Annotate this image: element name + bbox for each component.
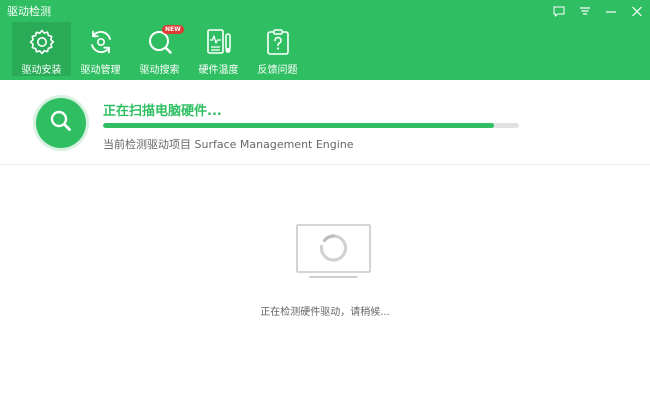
close-icon [631,6,643,17]
minimize-icon [605,6,617,17]
monitor-illustration [296,224,372,284]
current-scan-item: 当前检测驱动项目 Surface Management Engine [103,138,354,151]
scan-panel: 正在扫描电脑硬件... 当前检测驱动项目 Surface Management … [0,80,650,165]
window-controls [546,0,650,22]
help-icon [261,25,295,58]
loading-spinner-icon [319,234,348,262]
new-badge: NEW [162,25,184,34]
detection-status-text: 正在检测硬件驱动，请稍候... [260,307,390,318]
scan-title: 正在扫描电脑硬件... [103,104,222,119]
nav-label: 驱动搜索 [139,65,180,76]
message-icon [553,6,565,17]
nav-item-hardware-temp[interactable]: 硬件温度 [189,22,248,76]
nav-item-driver-manage[interactable]: 驱动管理 [71,22,130,76]
nav-label: 硬件温度 [198,65,239,76]
minimize-button[interactable] [598,0,624,22]
scan-progress-fill [103,123,495,128]
magnifier-icon [48,108,74,138]
nav-label: 驱动管理 [80,65,121,76]
refresh-icon [84,25,118,58]
nav-label: 驱动安装 [21,65,62,76]
menu-icon [579,6,591,17]
monitor-icon [296,224,371,278]
scan-status-badge [36,98,86,148]
scan-progress-bar [103,123,519,128]
nav-item-driver-search[interactable]: NEW 驱动搜索 [130,22,189,76]
nav-item-feedback[interactable]: 反馈问题 [248,22,307,76]
nav-item-driver-install[interactable]: 驱动安装 [12,22,71,76]
close-button[interactable] [624,0,650,22]
main-nav: 驱动安装 驱动管理 NEW 驱动搜索 硬件温度 反馈问题 [12,22,307,76]
hardware-monitor-icon [202,25,236,58]
feedback-button[interactable] [546,0,572,22]
window-title: 驱动检测 [7,5,51,18]
nav-label: 反馈问题 [257,65,298,76]
gear-icon [25,25,59,58]
title-bar: 驱动检测 驱动安装 驱动管理 NEW 驱动搜索 硬件温度 反馈问题 [0,0,650,80]
menu-button[interactable] [572,0,598,22]
